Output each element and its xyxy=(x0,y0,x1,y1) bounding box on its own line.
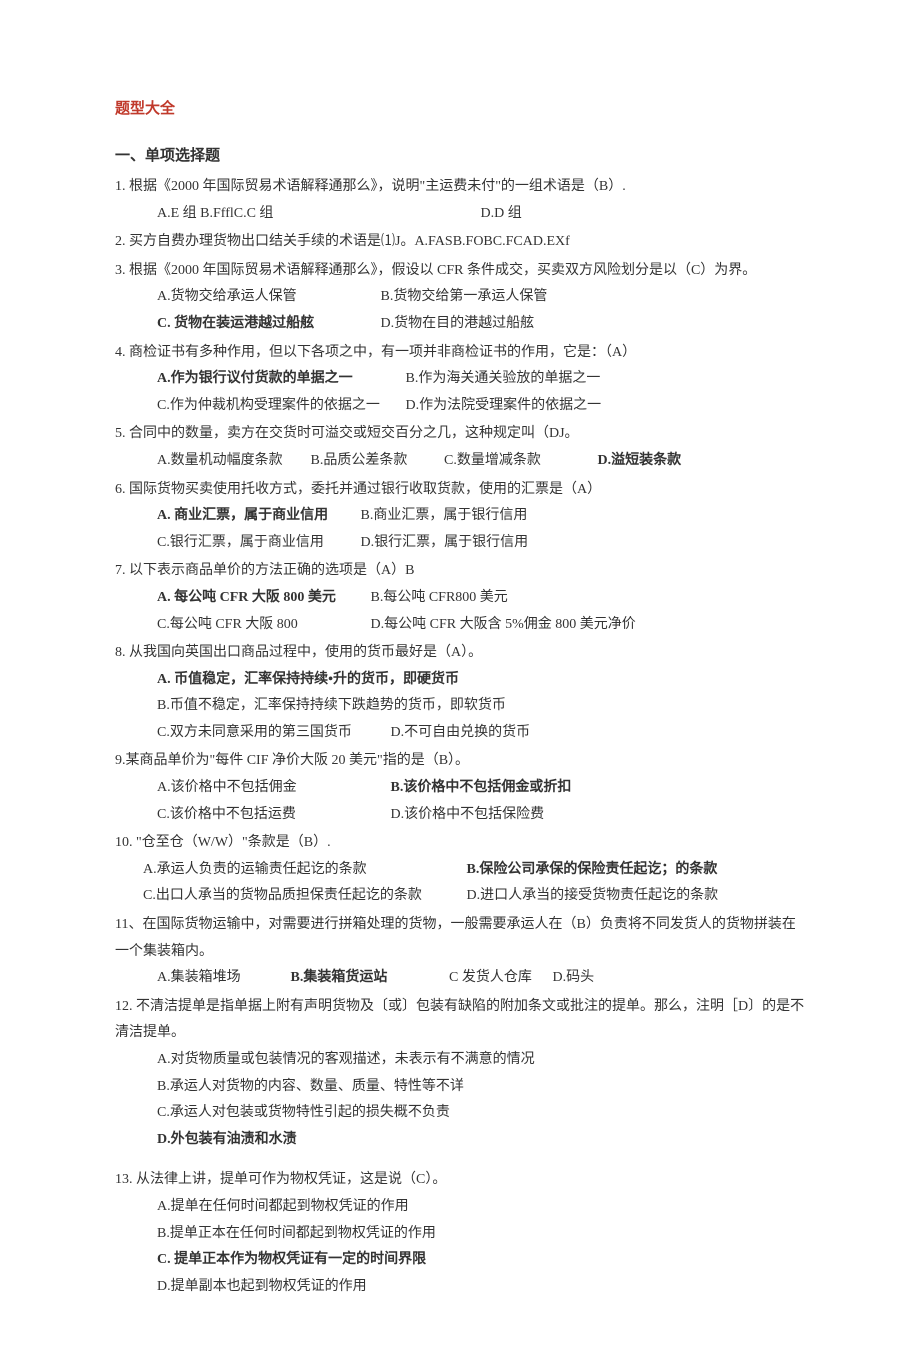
q8-options: A. 币值稳定，汇率保持持续•升的货币，即硬货币 B.币值不稳定，汇率保持持续下… xyxy=(115,667,805,747)
q8-stem: 8. 从我国向英国出口商品过程中，使用的货币最好是（A）。 xyxy=(115,640,805,667)
question-13: 13. 从法律上讲，提单可作为物权凭证，这是说（C）。 A.提单在任何时间都起到… xyxy=(115,1167,805,1300)
q5-options: A.数量机动幅度条款 B.品质公差条款 C.数量增减条款 D.溢短装条款 xyxy=(115,448,805,475)
q9-opt-a: A.该价格中不包括佣金 xyxy=(157,775,387,802)
q4-opt-c: C.作为仲裁机构受理案件的依据之一 xyxy=(157,393,402,420)
q10-options: A.承运人负责的运输责任起讫的条款 B.保险公司承保的保险责任起讫；的条款 C.… xyxy=(115,857,805,910)
q4-options: A.作为银行议付货款的单据之一 B.作为海关通关验放的单据之一 C.作为仲裁机构… xyxy=(115,366,805,419)
question-5: 5. 合同中的数量，卖方在交货时可溢交或短交百分之几，这种规定叫（DJ。 A.数… xyxy=(115,421,805,474)
q6-opt-d: D.银行汇票，属于银行信用 xyxy=(361,535,529,550)
q4-opt-b: B.作为海关通关验放的单据之一 xyxy=(406,371,601,386)
q8-opt-a: A. 币值稳定，汇率保持持续•升的货币，即硬货币 xyxy=(157,667,805,694)
q11-stem: 11、在国际货物运输中，对需要进行拼箱处理的货物，一般需要承运人在（B）负责将不… xyxy=(115,912,805,965)
q4-opt-d: D.作为法院受理案件的依据之一 xyxy=(406,398,602,413)
q13-opt-c: C. 提单正本作为物权凭证有一定的时间界限 xyxy=(157,1247,805,1274)
q12-options: A.对货物质量或包装情况的客观描述，未表示有不满意的情况 B.承运人对货物的内容… xyxy=(115,1047,805,1153)
q9-options: A.该价格中不包括佣金 B.该价格中不包括佣金或折扣 C.该价格中不包括运费 D… xyxy=(115,775,805,828)
q10-opt-b: B.保险公司承保的保险责任起讫；的条款 xyxy=(467,862,718,877)
q7-stem: 7. 以下表示商品单价的方法正确的选项是（A）B xyxy=(115,558,805,585)
q9-opt-c: C.该价格中不包括运费 xyxy=(157,802,387,829)
q4-opt-a: A.作为银行议付货款的单据之一 xyxy=(157,366,402,393)
q12-opt-a: A.对货物质量或包装情况的客观描述，未表示有不满意的情况 xyxy=(157,1047,805,1074)
document-title: 题型大全 xyxy=(115,95,805,124)
q3-opt-a: A.货物交给承运人保管 xyxy=(157,284,377,311)
question-3: 3. 根据《2000 年国际贸易术语解释通那么》，假设以 CFR 条件成交，买卖… xyxy=(115,258,805,338)
q11-opt-d: D.码头 xyxy=(553,970,595,985)
q6-opt-b: B.商业汇票，属于银行信用 xyxy=(361,508,528,523)
q4-stem: 4. 商检证书有多种作用，但以下各项之中，有一项并非商检证书的作用，它是：（A） xyxy=(115,340,805,367)
q7-opt-d: D.每公吨 CFR 大阪含 5%佣金 800 美元净价 xyxy=(371,617,636,632)
q6-opt-a: A. 商业汇票，属于商业信用 xyxy=(157,503,357,530)
q10-opt-d: D.进口人承当的接受货物责任起讫的条款 xyxy=(467,888,719,903)
question-4: 4. 商检证书有多种作用，但以下各项之中，有一项并非商检证书的作用，它是：（A）… xyxy=(115,340,805,420)
q3-options: A.货物交给承运人保管 B.货物交给第一承运人保管 C. 货物在装运港越过船舷 … xyxy=(115,284,805,337)
q5-opt-d: D.溢短装条款 xyxy=(598,453,682,468)
question-9: 9.某商品单价为"每件 CIF 净价大阪 20 美元"指的是（B）。 A.该价格… xyxy=(115,748,805,828)
q11-opt-c: C 发货人仓库 xyxy=(449,965,549,992)
question-7: 7. 以下表示商品单价的方法正确的选项是（A）B A. 每公吨 CFR 大阪 8… xyxy=(115,558,805,638)
q11-opt-a: A.集装箱堆场 xyxy=(157,965,287,992)
section-heading-1: 一、单项选择题 xyxy=(115,142,805,171)
q13-opt-d: D.提单副本也起到物权凭证的作用 xyxy=(157,1274,805,1301)
q11-opt-b: B.集装箱货运站 xyxy=(291,965,446,992)
q3-stem: 3. 根据《2000 年国际贸易术语解释通那么》，假设以 CFR 条件成交，买卖… xyxy=(115,258,805,285)
q10-stem: 10. "仓至仓（W/W）"条款是（B）. xyxy=(115,830,805,857)
q1-opt-d: D.D 组 xyxy=(481,206,522,221)
q5-opt-b: B.品质公差条款 xyxy=(311,448,441,475)
q10-opt-a: A.承运人负责的运输责任起讫的条款 xyxy=(143,857,463,884)
q9-stem: 9.某商品单价为"每件 CIF 净价大阪 20 美元"指的是（B）。 xyxy=(115,748,805,775)
question-1: 1. 根据《2000 年国际贸易术语解释通那么》，说明"主运费未付"的一组术语是… xyxy=(115,174,805,227)
q13-stem: 13. 从法律上讲，提单可作为物权凭证，这是说（C）。 xyxy=(115,1167,805,1194)
q1-stem: 1. 根据《2000 年国际贸易术语解释通那么》，说明"主运费未付"的一组术语是… xyxy=(115,174,805,201)
q10-opt-c: C.出口人承当的货物品质担保责任起讫的条款 xyxy=(143,883,463,910)
q8-opt-c: C.双方未同意采用的第三国货币 xyxy=(157,720,387,747)
q1-opt-a: A.E 组 B.FfflC.C 组 xyxy=(157,201,477,228)
question-8: 8. 从我国向英国出口商品过程中，使用的货币最好是（A）。 A. 币值稳定，汇率… xyxy=(115,640,805,746)
q7-options: A. 每公吨 CFR 大阪 800 美元 B.每公吨 CFR800 美元 C.每… xyxy=(115,585,805,638)
question-11: 11、在国际货物运输中，对需要进行拼箱处理的货物，一般需要承运人在（B）负责将不… xyxy=(115,912,805,992)
q3-opt-d: D.货物在目的港越过船舷 xyxy=(381,316,535,331)
question-6: 6. 国际货物买卖使用托收方式，委托并通过银行收取货款，使用的汇票是（A） A.… xyxy=(115,477,805,557)
q5-stem: 5. 合同中的数量，卖方在交货时可溢交或短交百分之几，这种规定叫（DJ。 xyxy=(115,421,805,448)
q1-options: A.E 组 B.FfflC.C 组 D.D 组 xyxy=(115,201,805,228)
q8-opt-d: D.不可自由兑换的货币 xyxy=(391,725,531,740)
q12-stem: 12. 不清洁提单是指单据上附有声明货物及〔或〕包装有缺陷的附加条文或批注的提单… xyxy=(115,994,805,1047)
question-12: 12. 不清洁提单是指单据上附有声明货物及〔或〕包装有缺陷的附加条文或批注的提单… xyxy=(115,994,805,1154)
q9-opt-b: B.该价格中不包括佣金或折扣 xyxy=(391,780,572,795)
q13-options: A.提单在任何时间都起到物权凭证的作用 B.提单正本在任何时间都起到物权凭证的作… xyxy=(115,1194,805,1300)
q12-opt-b: B.承运人对货物的内容、数量、质量、特性等不详 xyxy=(157,1074,805,1101)
question-10: 10. "仓至仓（W/W）"条款是（B）. A.承运人负责的运输责任起讫的条款 … xyxy=(115,830,805,910)
q2-stem: 2. 买方自费办理货物出口结关手续的术语是⑴J。A.FASB.FOBC.FCAD… xyxy=(115,229,805,256)
q9-opt-d: D.该价格中不包括保险费 xyxy=(391,807,545,822)
q7-opt-c: C.每公吨 CFR 大阪 800 xyxy=(157,612,367,639)
q12-opt-d: D.外包装有油渍和水渍 xyxy=(157,1127,805,1154)
q7-opt-b: B.每公吨 CFR800 美元 xyxy=(371,590,508,605)
q6-options: A. 商业汇票，属于商业信用 B.商业汇票，属于银行信用 C.银行汇票，属于商业… xyxy=(115,503,805,556)
q3-opt-c: C. 货物在装运港越过船舷 xyxy=(157,311,377,338)
q7-opt-a: A. 每公吨 CFR 大阪 800 美元 xyxy=(157,585,367,612)
q13-opt-b: B.提单正本在任何时间都起到物权凭证的作用 xyxy=(157,1221,805,1248)
q13-opt-a: A.提单在任何时间都起到物权凭证的作用 xyxy=(157,1194,805,1221)
question-2: 2. 买方自费办理货物出口结关手续的术语是⑴J。A.FASB.FOBC.FCAD… xyxy=(115,229,805,256)
q8-opt-b: B.币值不稳定，汇率保持持续下跌趋势的货币，即软货币 xyxy=(157,693,805,720)
q6-opt-c: C.银行汇票，属于商业信用 xyxy=(157,530,357,557)
q5-opt-c: C.数量增减条款 xyxy=(444,448,594,475)
q6-stem: 6. 国际货物买卖使用托收方式，委托并通过银行收取货款，使用的汇票是（A） xyxy=(115,477,805,504)
q5-opt-a: A.数量机动幅度条款 xyxy=(157,448,307,475)
document-page: 题型大全 一、单项选择题 1. 根据《2000 年国际贸易术语解释通那么》，说明… xyxy=(0,0,920,1362)
q3-opt-b: B.货物交给第一承运人保管 xyxy=(381,289,548,304)
q12-opt-c: C.承运人对包装或货物特性引起的损失概不负责 xyxy=(157,1100,805,1127)
q11-options: A.集装箱堆场 B.集装箱货运站 C 发货人仓库 D.码头 xyxy=(115,965,805,992)
